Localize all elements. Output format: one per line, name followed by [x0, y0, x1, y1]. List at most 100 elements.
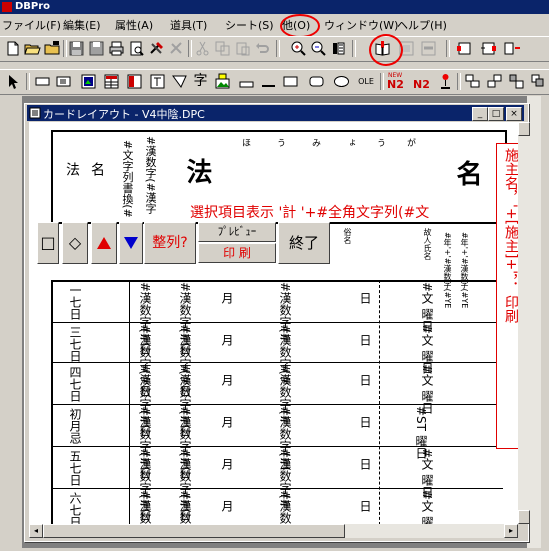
- up-arrow-button[interactable]: [91, 222, 117, 264]
- table-field-icon[interactable]: [103, 73, 120, 90]
- table-row[interactable]: 初月忌 #漢数字(#日 #漢数字(#日 月 #漢数字(#I 日 #ST 曜日: [51, 404, 503, 479]
- up-triangle-icon: [97, 237, 111, 249]
- minimize-button[interactable]: _: [472, 107, 488, 121]
- image-field-icon[interactable]: [80, 73, 97, 90]
- frame-2-icon[interactable]: [480, 40, 497, 57]
- menu-tools[interactable]: 道具(T): [170, 17, 207, 33]
- ellipse-icon[interactable]: [333, 73, 350, 90]
- app-icon: [2, 2, 12, 12]
- n2-alt-label: N2: [413, 78, 430, 91]
- date-field-icon[interactable]: [126, 73, 143, 90]
- down-arrow-button[interactable]: [119, 222, 143, 264]
- row-month: 月: [220, 500, 234, 512]
- align-icon[interactable]: [508, 73, 525, 90]
- pin-icon[interactable]: [437, 73, 454, 90]
- paste-icon: [234, 40, 251, 57]
- print-icon[interactable]: [108, 40, 125, 57]
- table-row[interactable]: 五七日 #漢数字(#日 #漢数字(#日 月 #漢数字(# 日 #文 曜日: [51, 446, 503, 521]
- zoom-out-icon[interactable]: [310, 40, 327, 57]
- row-day: 初月忌: [68, 408, 82, 444]
- kana-1: ほ: [240, 138, 250, 147]
- row-month: 月: [220, 334, 234, 346]
- print-button[interactable]: 印 刷: [198, 243, 276, 263]
- n2-label: N2: [387, 78, 404, 91]
- menu-attribute[interactable]: 属性(A): [115, 17, 153, 33]
- square-button[interactable]: □: [37, 222, 59, 264]
- menu-help[interactable]: ヘルプ(H): [397, 17, 447, 33]
- card-layout-title: カードレイアウト - V4中陰.DPC: [43, 108, 205, 121]
- round-rect-icon[interactable]: [308, 73, 325, 90]
- horizontal-scroll-thumb[interactable]: [43, 524, 345, 538]
- table-row[interactable]: 一七日 #漢数字(#日 #漢数字(#日 月 #漢数字(# 日 #文 曜日: [51, 280, 503, 355]
- horizontal-scrollbar[interactable]: ◂ ▸: [29, 524, 518, 538]
- close-button[interactable]: ×: [506, 107, 522, 121]
- scroll-down-arrow[interactable]: [518, 510, 530, 524]
- frame-3-icon[interactable]: [504, 40, 521, 57]
- scroll-right-arrow[interactable]: ▸: [504, 524, 518, 538]
- new-icon[interactable]: [4, 40, 21, 57]
- menu-file[interactable]: ファイル(F): [2, 17, 61, 33]
- text-field-icon[interactable]: [55, 73, 72, 90]
- check-field-icon[interactable]: [171, 73, 188, 90]
- label-na: 名: [89, 162, 105, 176]
- row-d: 日: [358, 458, 372, 470]
- save-as-icon[interactable]: [88, 40, 105, 57]
- picture-field-icon[interactable]: [214, 73, 231, 90]
- new-n2-icon[interactable]: NEW N2: [386, 72, 406, 91]
- row-week[interactable]: #文 曜日: [419, 490, 436, 524]
- row-d: 日: [358, 500, 372, 512]
- arrange-icon[interactable]: [530, 73, 547, 90]
- save-icon[interactable]: [68, 40, 85, 57]
- ole-icon[interactable]: OLE: [356, 73, 376, 90]
- vertical-scrollbar[interactable]: [518, 122, 530, 524]
- kana-5: う: [375, 138, 385, 147]
- card-layout-titlebar: カードレイアウト - V4中陰.DPC _ □ ×: [27, 105, 524, 121]
- rectangle-icon[interactable]: [282, 73, 299, 90]
- line-icon[interactable]: [260, 73, 277, 90]
- undo-icon: [254, 40, 271, 57]
- table-row[interactable]: 六七日 #漢数字(#日 #漢数字(#日 月 #漢数字(# 日 #文 曜日: [51, 488, 503, 524]
- zoom-in-icon[interactable]: [290, 40, 307, 57]
- seiretsu-button[interactable]: 整列?: [144, 222, 196, 264]
- tools-icon[interactable]: [148, 40, 165, 57]
- top-field-1[interactable]: #文字列書換(#: [119, 140, 135, 218]
- row-kanji-2[interactable]: #漢数字(#日: [177, 490, 194, 524]
- pointer-icon[interactable]: [4, 73, 21, 90]
- toolbar-standard: [0, 36, 549, 62]
- char-field-icon[interactable]: 字: [192, 73, 209, 90]
- row-num[interactable]: #漢数字(#: [277, 490, 294, 524]
- menu-sheet[interactable]: シート(S): [225, 17, 274, 33]
- print-preview-icon[interactable]: [128, 40, 145, 57]
- menu-bar: ファイル(F) 編集(E) 属性(A) 道具(T) シート(S) 他(O) ウィ…: [0, 14, 549, 34]
- group-icon[interactable]: [464, 73, 481, 90]
- menu-window[interactable]: ウィンドウ(W): [324, 17, 398, 33]
- line-field-icon[interactable]: [34, 73, 51, 90]
- top-field-2[interactable]: #漢数字(#漢字: [142, 136, 158, 214]
- selection-label[interactable]: 選択項目表示 '計 '+#全角文字列(#文: [190, 202, 429, 222]
- card-canvas[interactable]: 法 名 #文字列書換(# #漢数字(#漢字 法 ほ う み ょ う が 名 選択…: [29, 122, 518, 524]
- open-folder-icon[interactable]: [44, 40, 61, 57]
- row-day: 五七日: [68, 450, 82, 486]
- preview-button[interactable]: ﾌﾟﾚﾋﾞｭｰ: [198, 222, 276, 242]
- row-kanji[interactable]: #漢数字(#日: [137, 490, 154, 524]
- ungroup-icon[interactable]: [486, 73, 503, 90]
- end-button[interactable]: 終了: [278, 222, 330, 264]
- open-icon[interactable]: [24, 40, 41, 57]
- table-row[interactable]: 三七日 #漢数字(#日 #漢数字(#日 月 #漢数字(# 日 #文 曜日: [51, 322, 503, 397]
- scroll-up-arrow[interactable]: [518, 122, 530, 136]
- scroll-left-arrow[interactable]: ◂: [29, 524, 43, 538]
- row-day: 一七日: [68, 284, 82, 320]
- n2-alt-icon[interactable]: N2: [412, 73, 432, 91]
- diamond-button[interactable]: ◇: [62, 222, 88, 264]
- down-triangle-icon: [124, 237, 138, 249]
- row-day: 四七日: [68, 366, 82, 402]
- big-na: 名: [452, 160, 482, 186]
- frame-1-icon[interactable]: [456, 40, 473, 57]
- label-ho: 法: [64, 162, 80, 176]
- menu-edit[interactable]: 編集(E): [63, 17, 101, 33]
- rect-icon[interactable]: [238, 73, 255, 90]
- palette-icon[interactable]: [330, 40, 347, 57]
- date-field-2-icon[interactable]: [149, 73, 166, 90]
- table-row[interactable]: 四七日 #漢数字(#日 #漢数字(#日 月 #漢数字(# 日 #文 曜日: [51, 362, 503, 437]
- maximize-button[interactable]: □: [488, 107, 504, 121]
